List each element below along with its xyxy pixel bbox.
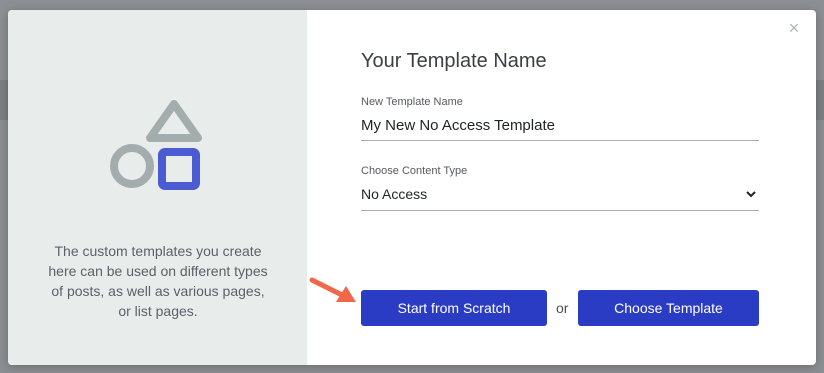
content-type-field: Choose Content Type No Access (361, 165, 759, 211)
square-shape (158, 148, 200, 190)
templates-description: The custom templates you create here can… (48, 243, 268, 319)
pointer-arrow-icon (309, 277, 356, 302)
template-name-label: New Template Name (361, 96, 463, 108)
modal-right-panel: × Your Template Name New Template Name C… (307, 10, 816, 365)
template-name-modal: The custom templates you create here can… (8, 10, 816, 365)
triangle-shape (146, 100, 202, 142)
choose-template-button[interactable]: Choose Template (578, 290, 759, 326)
content-type-select[interactable]: No Access (361, 184, 759, 211)
chevron-down-icon (746, 191, 756, 198)
content-type-value: No Access (361, 186, 428, 202)
close-icon[interactable]: × (786, 19, 802, 37)
background-bar (0, 80, 8, 120)
modal-left-panel: The custom templates you create here can… (8, 10, 307, 365)
circle-shape (110, 144, 154, 188)
template-name-input[interactable] (361, 115, 759, 141)
template-name-field: New Template Name (361, 96, 759, 141)
background-bar (816, 80, 824, 120)
or-separator: or (556, 300, 569, 316)
content-type-label: Choose Content Type (361, 165, 468, 177)
shapes-illustration (110, 100, 202, 190)
modal-title: Your Template Name (361, 50, 547, 72)
start-from-scratch-button[interactable]: Start from Scratch (361, 290, 547, 326)
